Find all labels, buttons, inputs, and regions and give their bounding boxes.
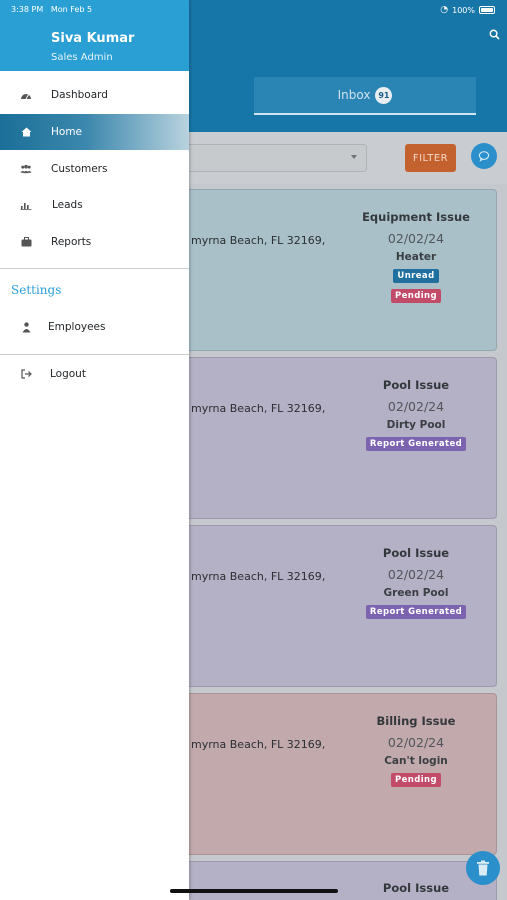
ticket-card[interactable]: myrna Beach, FL 32169, Billing Issue 02/… — [150, 693, 497, 855]
home-icon — [20, 126, 32, 138]
sidebar-item-customers[interactable]: Customers — [0, 151, 189, 187]
battery-icon — [479, 6, 495, 14]
trash-icon — [477, 860, 489, 876]
sidebar-item-label: Reports — [51, 236, 92, 248]
ticket-card[interactable]: myrna Beach, FL 32169, Pool Issue 02/02/… — [150, 525, 497, 687]
divider — [0, 354, 189, 355]
divider — [0, 268, 189, 269]
ticket-subtype: Heater — [395, 251, 437, 263]
briefcase-icon — [20, 236, 32, 248]
settings-section-title: Settings — [11, 283, 62, 297]
status-badge: Report Generated — [365, 605, 467, 619]
ticket-date: 02/02/24 — [387, 399, 445, 414]
sidebar-item-label: Dashboard — [51, 89, 108, 101]
battery-percent: 100% — [452, 5, 475, 15]
sidebar-item-label: Home — [51, 126, 83, 138]
chat-icon — [478, 151, 490, 162]
ticket-issue: Pool Issue — [382, 546, 450, 560]
logout-icon — [20, 368, 32, 380]
ticket-card[interactable]: Pool Issue — [150, 861, 497, 900]
sidebar-item-label: Employees — [48, 321, 106, 333]
chart-icon — [20, 199, 32, 211]
tab-inbox[interactable]: Inbox 91 — [254, 77, 476, 115]
user-name: Siva Kumar — [51, 31, 135, 46]
sidebar-item-label: Logout — [50, 368, 86, 380]
user-icon — [20, 321, 32, 333]
chevron-down-icon — [351, 155, 357, 159]
sidebar-item-dashboard[interactable]: Dashboard — [0, 77, 189, 113]
ticket-date: 02/02/24 — [387, 567, 445, 582]
ticket-date: 02/02/24 — [387, 735, 445, 750]
sidebar-item-leads[interactable]: Leads — [0, 187, 189, 223]
ticket-date: 02/02/24 — [387, 231, 445, 246]
ticket-address: myrna Beach, FL 32169, — [191, 738, 326, 751]
status-badge: Unread — [393, 269, 439, 283]
sidebar-item-label: Customers — [51, 163, 108, 175]
home-indicator — [170, 889, 338, 893]
ticket-card[interactable]: myrna Beach, FL 32169, Equipment Issue 0… — [150, 189, 497, 351]
ticket-address: myrna Beach, FL 32169, — [191, 570, 326, 583]
filter-select[interactable] — [180, 144, 367, 172]
status-bar-left: 3:38 PM Mon Feb 5 — [11, 5, 92, 14]
sidebar-item-employees[interactable]: Employees — [0, 309, 189, 345]
ticket-issue: Pool Issue — [382, 378, 450, 392]
status-badge: Pending — [391, 289, 441, 303]
ticket-subtype: Green Pool — [383, 587, 449, 599]
sidebar-item-label: Leads — [52, 199, 83, 211]
search-icon[interactable] — [489, 29, 500, 40]
status-bar-right: ◔ 100% — [440, 5, 495, 15]
status-badge: Report Generated — [365, 437, 467, 451]
user-role: Sales Admin — [51, 52, 113, 63]
ticket-issue: Equipment Issue — [362, 210, 470, 224]
sidebar-item-logout[interactable]: Logout — [0, 356, 189, 392]
wifi-icon: ◔ — [440, 5, 449, 15]
ticket-issue: Pool Issue — [382, 881, 450, 895]
ticket-card[interactable]: myrna Beach, FL 32169, Pool Issue 02/02/… — [150, 357, 497, 519]
ticket-subtype: Dirty Pool — [386, 419, 446, 431]
sidebar-item-home[interactable]: Home — [0, 114, 189, 150]
drawer-header: 3:38 PM Mon Feb 5 Siva Kumar Sales Admin — [0, 0, 189, 71]
filter-button[interactable]: FILTER — [405, 144, 456, 172]
tab-inbox-label: Inbox — [337, 88, 371, 102]
status-date: Mon Feb 5 — [50, 5, 93, 14]
chat-button[interactable] — [471, 143, 497, 169]
inbox-count-badge: 91 — [375, 86, 393, 104]
ticket-subtype: Can't login — [384, 755, 448, 767]
ticket-address: myrna Beach, FL 32169, — [191, 234, 326, 247]
navigation-drawer: 3:38 PM Mon Feb 5 Siva Kumar Sales Admin… — [0, 0, 189, 900]
users-icon — [20, 163, 32, 175]
sidebar-item-reports[interactable]: Reports — [0, 224, 189, 260]
ticket-address: myrna Beach, FL 32169, — [191, 402, 326, 415]
status-badge: Pending — [391, 773, 441, 787]
dashboard-icon — [20, 89, 32, 101]
status-time: 3:38 PM — [11, 5, 44, 14]
delete-button[interactable] — [466, 851, 500, 885]
ticket-issue: Billing Issue — [376, 714, 456, 728]
